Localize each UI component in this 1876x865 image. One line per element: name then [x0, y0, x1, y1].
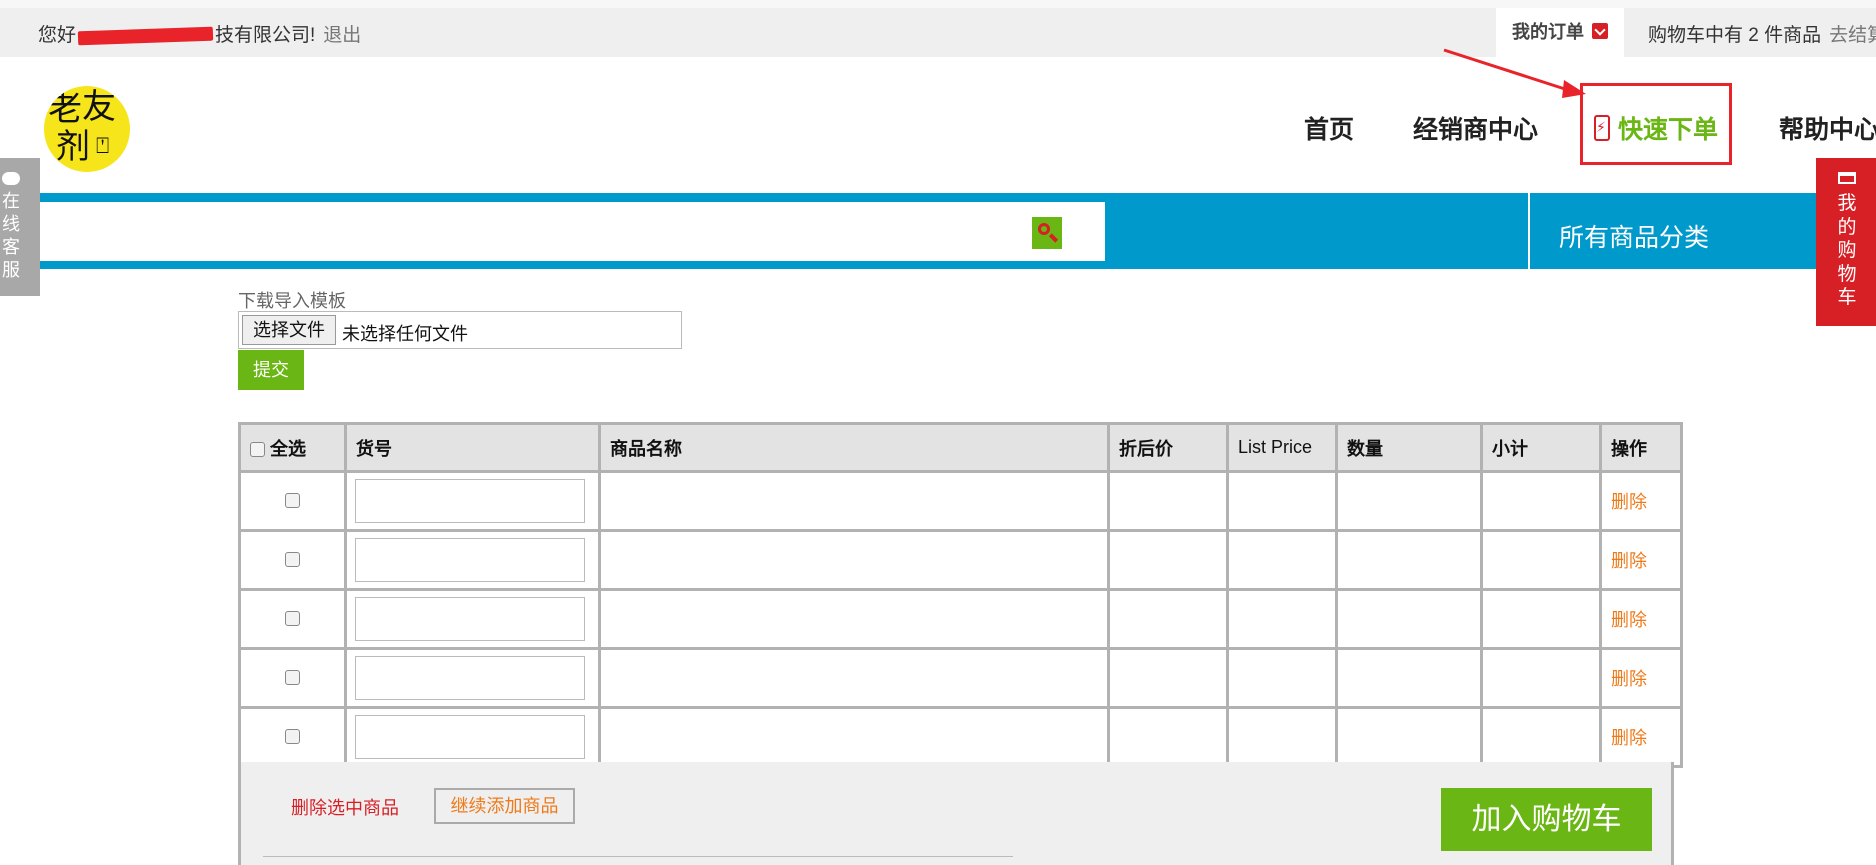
search-input[interactable]	[40, 202, 1105, 261]
discount-price-cell	[1107, 647, 1229, 709]
online-service-tab[interactable]: 在线客服	[0, 158, 40, 296]
subtotal-cell	[1480, 529, 1602, 591]
list-price-cell	[1226, 706, 1338, 768]
list-price-cell	[1226, 529, 1338, 591]
row-checkbox[interactable]	[285, 611, 300, 627]
all-categories-button[interactable]: 所有商品分类	[1559, 218, 1709, 254]
delete-selected-link[interactable]: 删除选中商品	[291, 794, 399, 820]
sku-input[interactable]	[355, 656, 585, 700]
annotation-arrow-icon	[1443, 48, 1586, 98]
cart-summary: 购物车中有 2 件商品去结算	[1648, 20, 1876, 47]
logout-link[interactable]: 退出	[323, 25, 361, 46]
header-sku: 货号	[344, 422, 601, 473]
table-row: 删除	[238, 706, 1683, 768]
product-name-cell	[598, 470, 1110, 532]
my-orders-label: 我的订单	[1512, 22, 1584, 42]
checkout-link[interactable]: 去结算	[1829, 25, 1876, 46]
quantity-cell	[1335, 706, 1483, 768]
logo-char: ⍞	[96, 134, 110, 159]
product-name-cell	[598, 706, 1110, 768]
nav-home[interactable]: 首页	[1304, 110, 1354, 146]
sku-input[interactable]	[355, 715, 585, 759]
add-to-cart-button[interactable]: 加入购物车	[1441, 788, 1652, 851]
product-name-cell	[598, 588, 1110, 650]
download-template-link[interactable]: 下载导入模板	[238, 287, 346, 313]
online-service-label: 在线客服	[2, 191, 20, 280]
greeting-suffix: 技有限公司!	[215, 25, 316, 46]
product-name-cell	[598, 529, 1110, 591]
search-icon	[1038, 223, 1050, 235]
list-price-cell	[1226, 588, 1338, 650]
subtotal-cell	[1480, 588, 1602, 650]
quantity-cell	[1335, 529, 1483, 591]
header-discount-price: 折后价	[1107, 422, 1229, 473]
delete-row-link[interactable]: 删除	[1602, 492, 1647, 512]
delete-row-link[interactable]: 删除	[1602, 551, 1647, 571]
table-row: 删除	[238, 588, 1683, 650]
select-all-label: 全选	[270, 438, 307, 459]
quick-order-table: 全选 货号 商品名称 折后价 List Price 数量 小计 操作 删除 删除…	[238, 422, 1683, 768]
discount-price-cell	[1107, 470, 1229, 532]
nav-quick-order-label: 快速下单	[1618, 116, 1719, 144]
table-header-row: 全选 货号 商品名称 折后价 List Price 数量 小计 操作	[238, 422, 1683, 473]
select-all-header[interactable]: 全选	[238, 422, 347, 473]
subtotal-cell	[1480, 470, 1602, 532]
quantity-cell	[1335, 470, 1483, 532]
logo-char: 友	[82, 87, 116, 127]
quantity-cell	[1335, 588, 1483, 650]
my-cart-label: 我的购物车	[1837, 193, 1857, 308]
search-button[interactable]	[1032, 217, 1062, 249]
delete-row-link[interactable]: 删除	[1602, 728, 1647, 748]
header-quantity: 数量	[1335, 422, 1483, 473]
header-list-price: List Price	[1226, 422, 1338, 473]
select-all-checkbox[interactable]	[250, 442, 265, 458]
delete-row-link[interactable]: 删除	[1602, 669, 1647, 689]
discount-price-cell	[1107, 588, 1229, 650]
chevron-down-icon	[1592, 23, 1608, 40]
nav-dealer-center[interactable]: 经销商中心	[1413, 110, 1538, 146]
table-row: 删除	[238, 647, 1683, 709]
file-status-text: 未选择任何文件	[342, 324, 468, 344]
chat-bubble-icon	[2, 172, 20, 185]
table-row: 删除	[238, 529, 1683, 591]
sku-input[interactable]	[355, 597, 585, 641]
row-checkbox[interactable]	[285, 729, 300, 745]
row-checkbox[interactable]	[285, 493, 300, 509]
header-product-name: 商品名称	[598, 422, 1110, 473]
footer-divider	[263, 856, 1013, 857]
header-subtotal: 小计	[1480, 422, 1602, 473]
site-logo[interactable]: 老 友 剂 ⍞	[44, 86, 130, 172]
greeting-prefix: 您好	[38, 25, 77, 46]
search-icon-handle	[1048, 233, 1059, 243]
choose-file-button[interactable]: 选择文件	[242, 315, 336, 345]
logo-char: 老	[48, 89, 82, 129]
nav-help-center[interactable]: 帮助中心	[1779, 110, 1876, 146]
greeting-text: 您好 技有限公司! 退出	[38, 20, 361, 47]
submit-button[interactable]: 提交	[238, 350, 304, 390]
quantity-cell	[1335, 647, 1483, 709]
logo-char: 剂	[56, 127, 90, 167]
list-price-cell	[1226, 647, 1338, 709]
sku-input[interactable]	[355, 538, 585, 582]
continue-add-button[interactable]: 继续添加商品	[434, 788, 575, 824]
row-checkbox[interactable]	[285, 670, 300, 686]
row-checkbox[interactable]	[285, 552, 300, 568]
sku-input[interactable]	[355, 479, 585, 523]
redacted-company-name	[77, 26, 214, 46]
cart-icon	[1838, 172, 1856, 184]
list-price-cell	[1226, 470, 1338, 532]
delete-row-link[interactable]: 删除	[1602, 610, 1647, 630]
nav-quick-order[interactable]: 快速下单	[1594, 110, 1718, 146]
phone-icon	[1594, 115, 1610, 142]
subtotal-cell	[1480, 706, 1602, 768]
discount-price-cell	[1107, 529, 1229, 591]
subtotal-cell	[1480, 647, 1602, 709]
category-divider	[1528, 193, 1530, 269]
cart-summary-text: 购物车中有 2 件商品	[1648, 25, 1822, 46]
header-action: 操作	[1599, 422, 1683, 473]
discount-price-cell	[1107, 706, 1229, 768]
product-name-cell	[598, 647, 1110, 709]
my-cart-tab[interactable]: 我的购物车	[1816, 158, 1876, 326]
table-row: 删除	[238, 470, 1683, 532]
